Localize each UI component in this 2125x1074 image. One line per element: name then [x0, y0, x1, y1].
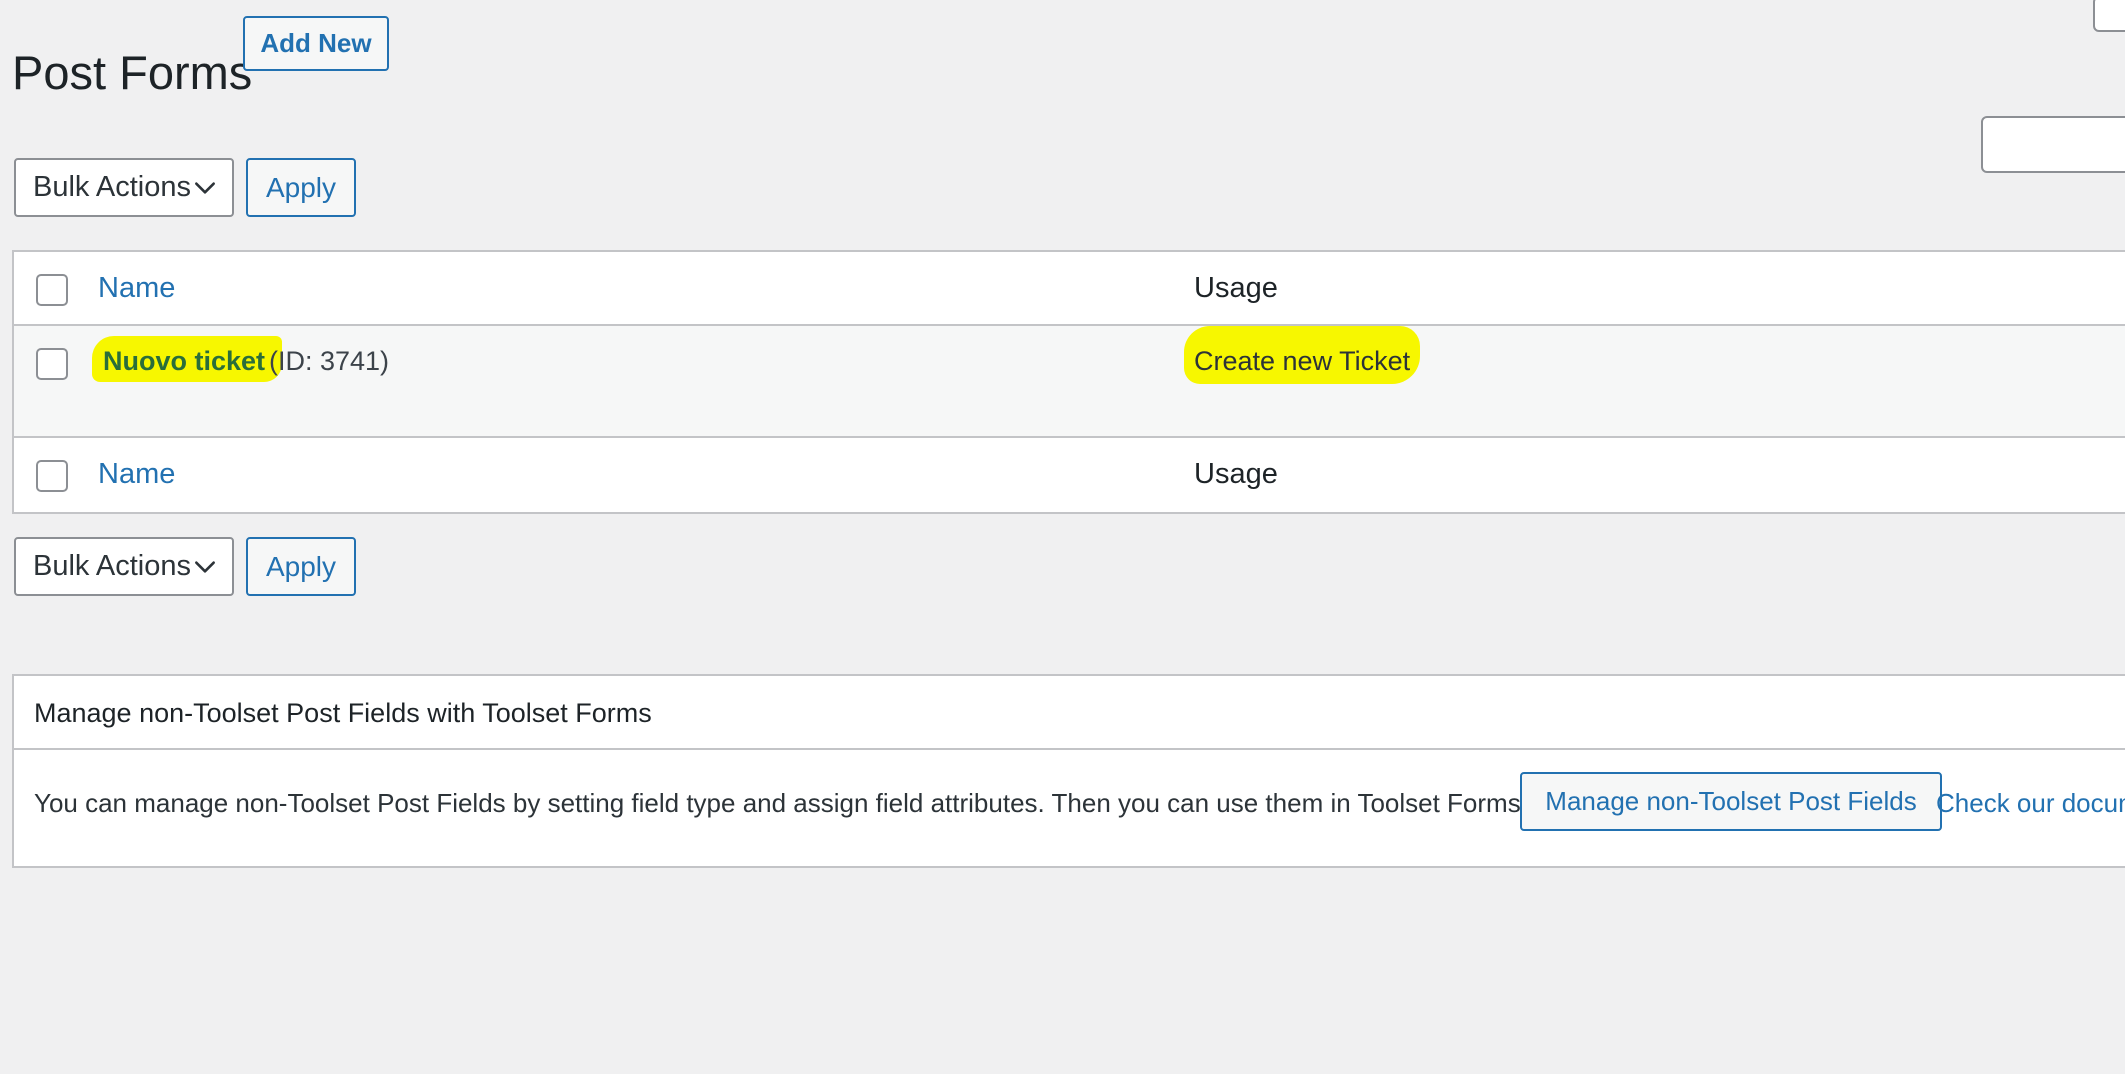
- chevron-down-icon: [195, 560, 215, 573]
- apply-button-bottom[interactable]: Apply: [246, 537, 356, 596]
- table-row: Nuovo ticket (ID: 3741) Create new Ticke…: [14, 324, 2125, 438]
- select-all-checkbox-footer[interactable]: [36, 460, 68, 492]
- manage-fields-button[interactable]: Manage non-Toolset Post Fields: [1520, 772, 1942, 831]
- row-checkbox[interactable]: [36, 348, 68, 380]
- panel-title: Manage non-Toolset Post Fields with Tool…: [34, 698, 652, 728]
- screen-options-button[interactable]: [2093, 0, 2125, 32]
- bulk-actions-value: Bulk Actions: [33, 550, 191, 582]
- apply-button-top[interactable]: Apply: [246, 158, 356, 217]
- forms-table: Name Usage Nuovo ticket (ID: 3741) Creat…: [12, 250, 2125, 514]
- manage-fields-panel: Manage non-Toolset Post Fields with Tool…: [12, 674, 2125, 868]
- column-footer-usage: Usage: [1194, 458, 1278, 490]
- column-header-name[interactable]: Name: [98, 272, 175, 305]
- bulk-actions-value: Bulk Actions: [33, 171, 191, 203]
- documentation-link[interactable]: Check our docum: [1936, 788, 2125, 819]
- table-footer: Name Usage: [14, 438, 2125, 512]
- column-header-usage: Usage: [1194, 272, 1278, 304]
- chevron-down-icon: [195, 181, 215, 194]
- select-all-checkbox[interactable]: [36, 274, 68, 306]
- bulk-actions-select-bottom[interactable]: Bulk Actions: [14, 537, 234, 596]
- bulk-actions-select-top[interactable]: Bulk Actions: [14, 158, 234, 217]
- page-title: Post Forms: [12, 46, 253, 100]
- column-footer-name[interactable]: Name: [98, 458, 175, 491]
- form-name-link[interactable]: Nuovo ticket: [103, 346, 265, 377]
- panel-header: Manage non-Toolset Post Fields with Tool…: [14, 676, 2125, 750]
- search-input[interactable]: [1981, 116, 2125, 173]
- panel-description: You can manage non-Toolset Post Fields b…: [34, 788, 1528, 818]
- add-new-button[interactable]: Add New: [243, 16, 389, 71]
- table-header: Name Usage: [14, 252, 2125, 324]
- form-usage[interactable]: Create new Ticket: [1194, 346, 1410, 377]
- form-id: (ID: 3741): [269, 346, 390, 376]
